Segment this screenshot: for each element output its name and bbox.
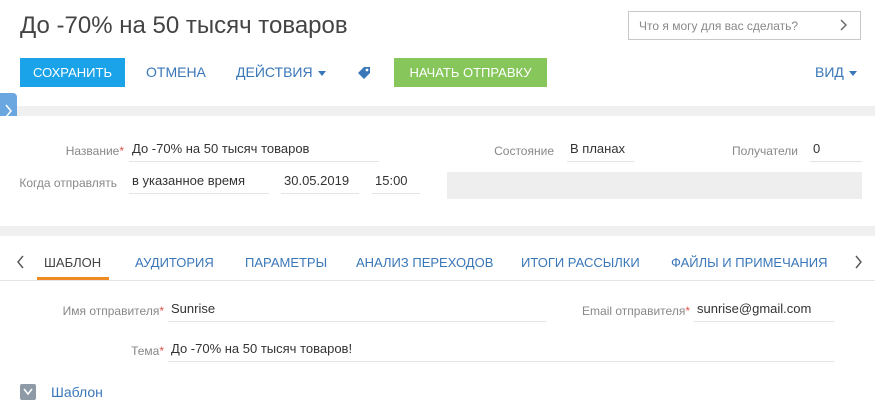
state-field[interactable]: В планах [567,140,634,162]
progress-area [447,172,862,199]
tab-template[interactable]: ШАБЛОН [44,255,101,270]
assistant-search-box[interactable]: Что я могу для вас сделать? [628,11,861,40]
view-label: ВИД [815,64,844,80]
tab-parameters[interactable]: ПАРАМЕТРЫ [245,255,327,270]
sender-email-field[interactable]: sunrise@gmail.com [694,300,834,322]
tag-icon[interactable] [356,65,372,81]
when-mode-select[interactable]: в указанное время [129,172,269,194]
collapse-toggle[interactable] [20,384,36,400]
when-date-field[interactable]: 30.05.2019 [281,172,359,194]
cancel-button[interactable]: ОТМЕНА [146,58,206,87]
page-header: До -70% на 50 тысяч товаров Что я могу д… [0,0,875,106]
chevron-right-icon[interactable] [853,255,863,269]
chevron-down-icon [23,388,33,396]
sender-name-label: Имя отправителя* [62,304,164,318]
tab-files-notes[interactable]: ФАЙЛЫ И ПРИМЕЧАНИЯ [671,255,828,270]
start-send-button[interactable]: НАЧАТЬ ОТПРАВКУ [394,58,547,87]
actions-dropdown[interactable]: ДЕЙСТВИЯ [236,58,326,87]
save-button[interactable]: СОХРАНИТЬ [20,58,125,87]
sender-name-field[interactable]: Sunrise [168,300,546,322]
tab-audience[interactable]: АУДИТОРИЯ [135,255,214,270]
active-tab-indicator [37,277,109,280]
name-label: Название* [65,144,124,158]
state-label: Состояние [494,144,554,158]
template-section-title[interactable]: Шаблон [51,384,103,400]
tab-bar: ШАБЛОН АУДИТОРИЯ ПАРАМЕТРЫ АНАЛИЗ ПЕРЕХО… [0,236,875,281]
caret-down-icon [317,70,326,76]
subject-field[interactable]: До -70% на 50 тысяч товаров! [168,340,834,362]
when-time-field[interactable]: 15:00 [372,172,420,194]
when-label: Когда отправлять [19,176,117,190]
page-title: До -70% на 50 тысяч товаров [20,12,348,39]
caret-down-icon [848,70,857,76]
chevron-left-icon[interactable] [16,255,26,269]
chevron-right-icon [840,19,847,31]
tab-mailing-results[interactable]: ИТОГИ РАССЫЛКИ [521,255,640,270]
tab-click-analysis[interactable]: АНАЛИЗ ПЕРЕХОДОВ [356,255,493,270]
assistant-placeholder: Что я могу для вас сделать? [639,19,799,33]
subject-label: Тема* [131,344,164,358]
view-dropdown[interactable]: ВИД [815,58,857,87]
tabs-card: ШАБЛОН АУДИТОРИЯ ПАРАМЕТРЫ АНАЛИЗ ПЕРЕХО… [0,236,875,412]
actions-label: ДЕЙСТВИЯ [236,64,313,80]
details-card: Название* До -70% на 50 тысяч товаров Ко… [0,116,875,226]
sender-email-label: Email отправителя* [582,304,690,318]
recipients-field: 0 [810,140,862,162]
name-field[interactable]: До -70% на 50 тысяч товаров [129,140,379,162]
recipients-label: Получатели [731,144,798,158]
